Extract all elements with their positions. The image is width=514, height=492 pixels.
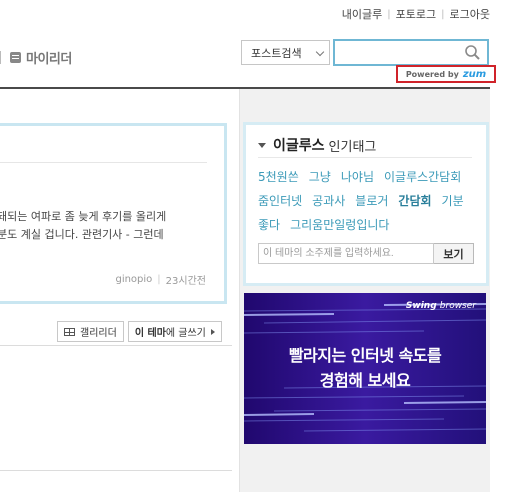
- swing-browser-banner[interactable]: Swing browser 빨라지는 인터넷 속도를 경험해 보세요: [244, 293, 486, 444]
- tag-link[interactable]: 5천원쓴: [258, 165, 299, 189]
- logout-link[interactable]: 로그아웃: [450, 6, 490, 22]
- featured-post-card[interactable]: 돼되는 여파로 좀 늦게 후기를 올리게 분도 계실 겁니다. 관련기사 - 그…: [0, 123, 227, 304]
- separator: |: [157, 274, 161, 285]
- powered-by-zum: Powered by zum: [396, 65, 496, 83]
- topic-form: 보기: [258, 243, 474, 264]
- my-reader-label: 마이리더: [26, 52, 72, 67]
- gallery-reader-label: 갤리리더: [80, 328, 117, 339]
- zum-logo: zum: [462, 68, 487, 80]
- divider: [258, 157, 472, 158]
- title-suffix: 인기태그: [328, 139, 377, 155]
- arrow-right-icon: [210, 328, 215, 335]
- top-links: 내이글루 | 포토로그 | 로그아웃: [342, 6, 490, 22]
- write-in-theme-button[interactable]: 이 테마 에 글쓰기: [127, 321, 222, 342]
- brand-main: Swing: [405, 301, 437, 311]
- search-input[interactable]: [339, 41, 463, 63]
- tag-link[interactable]: 공과사: [312, 189, 345, 213]
- excerpt-line: 분도 계실 겁니다. 관련기사 - 그런데: [0, 228, 164, 241]
- headline-line-1: 빨라지는 인터넷 속도를: [288, 346, 442, 365]
- search-type-select[interactable]: 포스트검색: [241, 40, 330, 65]
- tag-link[interactable]: 기분: [442, 189, 464, 213]
- divider: [0, 470, 232, 471]
- topic-view-button[interactable]: 보기: [434, 243, 474, 264]
- divider: [0, 345, 232, 346]
- triangle-down-icon: [258, 142, 266, 148]
- tag-list: 5천원쓴 그냥 나야님 이글루스간담회줌인터넷 공과사 블로거 간담회 기분좋다 그리움만일렁입…: [258, 165, 478, 237]
- post-author[interactable]: ginopio: [115, 274, 152, 285]
- gallery-grid-icon: [64, 327, 75, 336]
- powered-by-text: Powered by: [405, 69, 459, 79]
- search-box[interactable]: [333, 39, 489, 66]
- headline-line-2: 경험해 보세요: [319, 371, 411, 390]
- divider: [0, 51, 1, 64]
- tag-link[interactable]: 간담회: [398, 189, 431, 213]
- search-type-label: 포스트검색: [251, 46, 302, 60]
- tag-link[interactable]: 그냥: [309, 165, 331, 189]
- tag-link[interactable]: 이글루스간담회: [384, 165, 461, 189]
- my-reader-nav[interactable]: 마이리더: [0, 48, 72, 67]
- action-buttons: 갤리리더 이 테마 에 글쓰기: [57, 321, 222, 342]
- swing-browser-logo: Swing browser: [406, 301, 476, 311]
- topic-input[interactable]: [258, 243, 434, 264]
- theme-name: 이글루스: [273, 138, 325, 154]
- search-icon[interactable]: [464, 44, 481, 61]
- post-meta: ginopio | 23시간전: [115, 272, 206, 287]
- gallery-reader-button[interactable]: 갤리리더: [57, 321, 124, 342]
- popular-tags-title: 이글루스 인기태그: [258, 135, 376, 155]
- tag-link[interactable]: 좋다: [258, 213, 280, 237]
- separator: |: [441, 8, 445, 20]
- tag-link[interactable]: 줌인터넷: [258, 189, 302, 213]
- separator: |: [387, 8, 391, 20]
- brand-sub: browser: [439, 301, 476, 311]
- popular-tags-box: 이글루스 인기태그 5천원쓴 그냥 나야님 이글루스간담회줌인터넷 공과사 블로거 간담회 기…: [243, 122, 489, 286]
- post-excerpt[interactable]: 돼되는 여파로 좀 늦게 후기를 올리게 분도 계실 겁니다. 관련기사 - 그…: [0, 208, 227, 244]
- reader-icon: [10, 52, 21, 63]
- tag-link[interactable]: 블로거: [355, 189, 388, 213]
- excerpt-line: 돼되는 여파로 좀 늦게 후기를 올리게: [0, 210, 167, 223]
- tag-link[interactable]: 나야님: [341, 165, 374, 189]
- divider: [0, 162, 207, 163]
- chevron-down-icon: [315, 47, 325, 57]
- my-igloo-link[interactable]: 내이글루: [342, 6, 382, 22]
- post-time: 23시간전: [165, 276, 206, 287]
- photolog-link[interactable]: 포토로그: [396, 6, 436, 22]
- tag-link[interactable]: 그리움만일렁입니다: [290, 213, 389, 237]
- banner-headline: 빨라지는 인터넷 속도를 경험해 보세요: [244, 343, 486, 393]
- write-prefix: 이 테마: [134, 328, 166, 339]
- write-suffix: 에 글쓰기: [165, 328, 206, 339]
